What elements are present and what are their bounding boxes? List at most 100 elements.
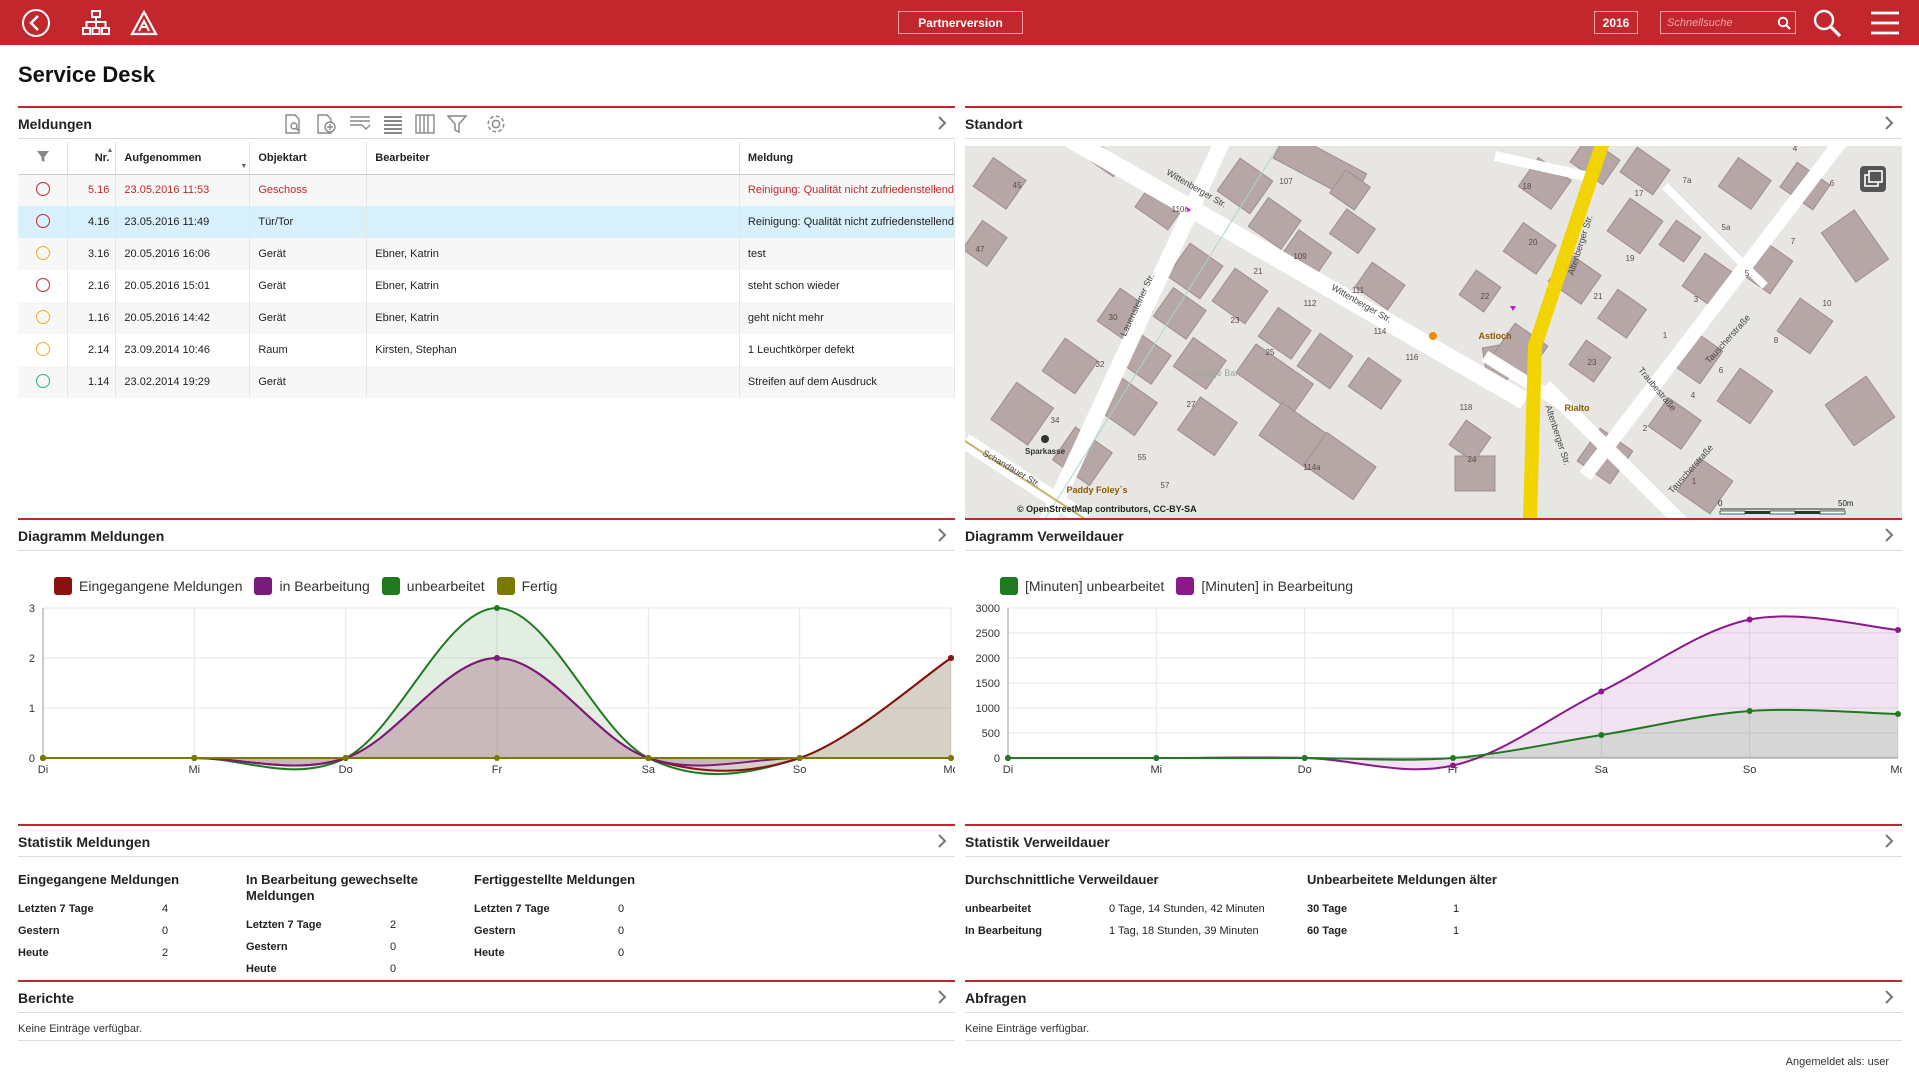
- standort-header: Standort: [965, 106, 1902, 139]
- statistik-verweildauer-header: Statistik Verweildauer: [965, 824, 1902, 857]
- berichte-expand-chevron-icon[interactable]: [935, 988, 949, 1011]
- filter-list-icon[interactable]: [348, 113, 372, 140]
- x-tick-label: Mo: [943, 764, 955, 776]
- warning-icon[interactable]: [128, 0, 160, 45]
- legend-label[interactable]: in Bearbeitung: [279, 578, 369, 594]
- legend-label[interactable]: Eingegangene Meldungen: [79, 578, 242, 594]
- house-number-label: 111: [1352, 286, 1365, 295]
- abfragen-divider: [965, 1040, 1902, 1041]
- table-row[interactable]: 2.14 23.09.2014 10:46 Raum Kirsten, Stephan…: [18, 334, 956, 366]
- cell-date: 23.02.2014 19:29: [115, 366, 251, 398]
- settings-gear-icon[interactable]: [484, 113, 508, 140]
- data-point: [948, 655, 954, 661]
- abfragen-header: Abfragen: [965, 980, 1902, 1013]
- search-icon[interactable]: [1776, 12, 1792, 34]
- cell-meldung: 1 Leuchtkörper defekt: [739, 334, 956, 366]
- status-column-header[interactable]: [18, 142, 69, 175]
- column-header-nr[interactable]: Nr. ▲: [67, 142, 117, 175]
- partner-version-button[interactable]: Partnerversion: [898, 11, 1023, 34]
- house-number-label: 23: [1588, 358, 1597, 367]
- legend-label[interactable]: unbearbeitet: [407, 578, 485, 594]
- cell-bearbeiter: [366, 366, 740, 398]
- series-area: [43, 658, 951, 766]
- cell-nr: 1.14: [67, 366, 117, 398]
- x-tick-label: Do: [1298, 764, 1312, 776]
- back-icon[interactable]: [20, 0, 52, 45]
- legend-label[interactable]: [Minuten] unbearbeitet: [1025, 578, 1164, 594]
- year-selector[interactable]: 2016: [1594, 11, 1638, 34]
- data-point: [342, 755, 349, 761]
- column-header-aufgenommen[interactable]: Aufgenommen ▼: [115, 142, 251, 175]
- x-tick-label: So: [1743, 764, 1756, 776]
- house-number-label: 107: [1279, 177, 1293, 186]
- place-label: Sparkasse: [1025, 447, 1066, 456]
- house-number-label: 10: [1823, 299, 1832, 308]
- legend-label[interactable]: [Minuten] in Bearbeitung: [1201, 578, 1353, 594]
- legend-swatch[interactable]: [1000, 577, 1018, 595]
- page-title: Service Desk: [18, 62, 155, 87]
- stat-key: In Bearbeitung: [965, 925, 1043, 937]
- legend-swatch[interactable]: [54, 577, 72, 595]
- statistik-verweildauer-title: Statistik Verweildauer: [965, 834, 1110, 850]
- table-row[interactable]: 4.16 23.05.2016 11:49 Tür/Tor Reinigung: Qu…: [18, 206, 956, 238]
- house-number-label: 21: [1254, 267, 1263, 276]
- stat-row: Letzten 7 Tage 2: [246, 914, 446, 936]
- hierarchy-icon[interactable]: [80, 0, 112, 45]
- legend-swatch[interactable]: [496, 577, 515, 595]
- house-number-label: 109: [1293, 252, 1307, 261]
- column-header-meldung[interactable]: Meldung: [739, 142, 956, 175]
- standort-expand-chevron-icon[interactable]: [1882, 114, 1896, 137]
- stat-row: In Bearbeitung 1 Tag, 18 Stunden, 39 Minu…: [965, 920, 1295, 942]
- menu-icon[interactable]: [1868, 0, 1902, 45]
- advanced-search-icon[interactable]: [1810, 0, 1844, 45]
- column-header-bearbeiter[interactable]: Bearbeiter: [366, 142, 740, 175]
- stat-heading: Fertiggestellte Meldungen: [474, 872, 636, 887]
- statistik-meldungen-expand-chevron-icon[interactable]: [935, 832, 949, 855]
- diagramm-verweildauer-expand-chevron-icon[interactable]: [1882, 526, 1896, 549]
- abfragen-expand-chevron-icon[interactable]: [1882, 988, 1896, 1011]
- cell-meldung: Streifen auf dem Ausdruck: [739, 366, 956, 398]
- diagramm-meldungen-expand-chevron-icon[interactable]: [935, 526, 949, 549]
- house-number-label: 114: [1374, 327, 1387, 336]
- map-layers-icon[interactable]: [1860, 166, 1886, 192]
- house-number-label: 1: [1663, 331, 1668, 340]
- cell-obj: Gerät: [249, 366, 368, 398]
- legend-swatch[interactable]: [254, 577, 273, 595]
- stat-value: 0: [162, 925, 169, 937]
- meldungen-expand-chevron-icon[interactable]: [935, 114, 949, 137]
- house-number-label: 27: [1187, 400, 1196, 409]
- table-row[interactable]: 5.16 23.05.2016 11:53 Geschoss Reinigung: Q…: [18, 174, 956, 206]
- table-row[interactable]: 1.16 20.05.2016 14:42 Gerät Ebner, Katrin ge…: [18, 302, 956, 334]
- location-map[interactable]: Wittenberger Str. Wittenberger Str. Altenb…: [965, 146, 1902, 519]
- house-number-label: 22: [1481, 292, 1490, 301]
- stat-row: Gestern 0: [246, 936, 446, 958]
- column-header-objektart[interactable]: Objektart: [249, 142, 368, 175]
- x-tick-label: Fr: [492, 764, 503, 776]
- y-tick-label: 1500: [976, 678, 1000, 690]
- list-view-icon[interactable]: [382, 113, 404, 140]
- columns-icon[interactable]: [414, 113, 436, 140]
- y-tick-label: 3: [29, 603, 35, 615]
- x-tick-label: Mi: [1151, 764, 1163, 776]
- house-number-label: 47: [976, 245, 985, 254]
- statistik-verweildauer-expand-chevron-icon[interactable]: [1882, 832, 1896, 855]
- legend-swatch[interactable]: [1176, 577, 1195, 595]
- stat-value: 0 Tage, 14 Stunden, 42 Minuten: [1109, 903, 1265, 915]
- table-row[interactable]: 3.16 20.05.2016 16:06 Gerät Ebner, Katrin te…: [18, 238, 956, 270]
- table-row[interactable]: 1.14 23.02.2014 19:29 Gerät Streifen auf de…: [18, 366, 956, 398]
- legend-label[interactable]: Fertig: [522, 578, 558, 594]
- stat-block: Unbearbeitete Meldungen älter 30 Tage 1 60 …: [1307, 872, 1637, 942]
- legend-swatch[interactable]: [381, 577, 400, 595]
- cell-bearbeiter: Kirsten, Stephan: [366, 334, 740, 366]
- top-bar: Partnerversion 2016: [0, 0, 1919, 45]
- house-number-label: 24: [1468, 455, 1477, 464]
- status-cell: [18, 302, 69, 334]
- stat-key: Gestern: [474, 925, 516, 937]
- search-document-icon[interactable]: [282, 113, 304, 140]
- add-document-icon[interactable]: [314, 113, 338, 140]
- berichte-title: Berichte: [18, 990, 75, 1006]
- table-row[interactable]: 2.16 20.05.2016 15:01 Gerät Ebner, Katrin st…: [18, 270, 956, 302]
- cell-date: 23.09.2014 10:46: [115, 334, 251, 366]
- funnel-icon[interactable]: [446, 113, 468, 140]
- diagramm-verweildauer-header: Diagramm Verweildauer: [965, 518, 1902, 551]
